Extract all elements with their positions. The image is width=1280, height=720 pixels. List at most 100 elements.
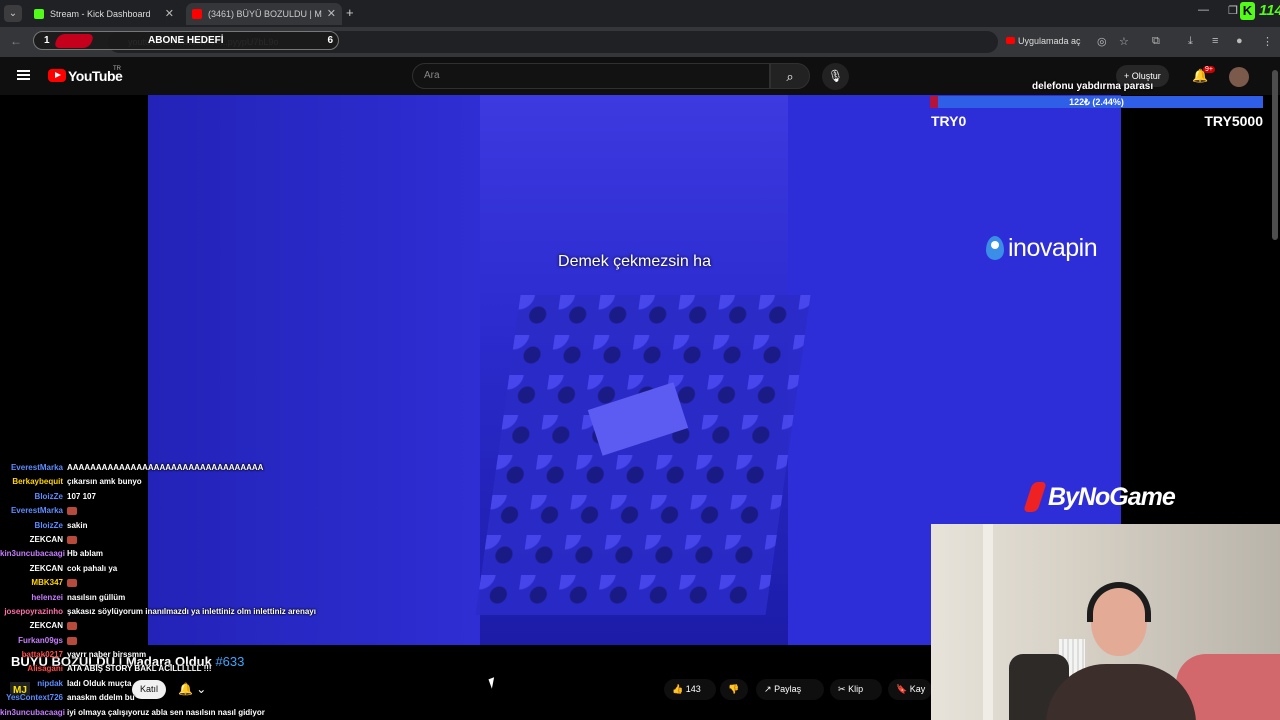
tab-title: Stream - Kick Dashboard xyxy=(50,9,151,19)
kick-viewer-count: 114 xyxy=(1259,2,1280,19)
video-scene-rug xyxy=(475,295,811,615)
chat-text: ATA ABİŞ STORY BAKL ACİLLLLLL !!! xyxy=(67,664,212,674)
subscriber-goal-widget: 1 ABONE HEDEFİ 6 xyxy=(33,31,339,50)
like-count: 143 xyxy=(685,684,701,694)
page-scrollbar[interactable] xyxy=(1272,70,1278,240)
chat-text: şakasız söylüyorum inanılmazdı ya inlett… xyxy=(67,606,316,616)
chat-emote-icon xyxy=(67,507,77,516)
chat-username[interactable]: EverestMarka xyxy=(0,461,63,475)
menu-icon[interactable] xyxy=(17,70,30,80)
youtube-logo-icon[interactable] xyxy=(48,69,66,82)
subscriber-goal-target: 6 xyxy=(327,35,333,46)
tracking-protection-icon[interactable]: ◎ xyxy=(1097,35,1107,48)
chat-username[interactable]: BloizZe xyxy=(0,490,63,504)
search-input[interactable]: Ara xyxy=(412,63,770,89)
more-menu-icon[interactable]: ⋮ xyxy=(1262,35,1273,48)
chat-username[interactable]: MBK347 xyxy=(0,576,63,590)
youtube-favicon-icon xyxy=(192,9,202,19)
tab-search-button[interactable]: ⌄ xyxy=(4,5,22,22)
chat-username[interactable]: battak0217 xyxy=(0,648,63,662)
restore-icon[interactable]: ❐ xyxy=(1228,4,1238,17)
chat-message: ZEKCAN xyxy=(0,619,320,633)
subscriber-goal-current: 1 xyxy=(44,35,50,46)
clip-button[interactable]: ✂ Klip xyxy=(830,679,882,700)
extensions-icon[interactable]: ⧉ xyxy=(1152,35,1160,48)
thumbs-up-icon: 👍 xyxy=(672,684,684,694)
chat-message: battak0217 yavrr naber birssmm xyxy=(0,648,320,662)
chat-username[interactable]: josepoyrazinho xyxy=(0,605,63,619)
chat-emote-icon xyxy=(67,579,77,588)
close-tab-icon[interactable]: ✕ xyxy=(327,3,336,25)
scissors-icon: ✂ xyxy=(838,684,846,694)
chat-emote-icon xyxy=(67,622,77,631)
browser-tab-kick-dashboard[interactable]: Stream - Kick Dashboard ✕ xyxy=(28,3,180,25)
reading-list-icon[interactable]: ≡ xyxy=(1212,35,1218,47)
thumbs-down-icon: 👎 xyxy=(728,684,740,694)
chat-message: ZEKCAN cok pahalı ya xyxy=(0,562,320,576)
chat-text: anaskm ddelm bu xyxy=(67,693,135,703)
account-avatar[interactable] xyxy=(1229,67,1249,87)
chat-username[interactable]: ZEKCAN xyxy=(0,619,63,633)
chat-username[interactable]: Berkaybequit xyxy=(0,475,63,489)
chat-username[interactable]: helenzei xyxy=(0,591,63,605)
chat-username[interactable]: BloizZe xyxy=(0,519,63,533)
kick-logo-icon: K xyxy=(1240,2,1255,20)
chat-text: cok pahalı ya xyxy=(67,563,118,573)
chat-username[interactable]: kin3uncubacaagi xyxy=(0,547,65,561)
chat-message: ZEKCAN xyxy=(0,533,320,547)
minimize-icon[interactable]: — xyxy=(1198,4,1209,16)
share-button[interactable]: ↗ Paylaş xyxy=(756,679,824,700)
search-icon[interactable]: ⌕ xyxy=(770,63,810,89)
bookmark-star-icon[interactable]: ☆ xyxy=(1119,35,1129,48)
save-button[interactable]: 🔖 Kay xyxy=(888,679,932,700)
create-label: Oluştur xyxy=(1131,71,1161,81)
chat-username[interactable]: Alisagani xyxy=(0,662,63,676)
chat-emote-icon xyxy=(67,535,77,544)
clip-label: Klip xyxy=(848,684,864,694)
chat-text: iyi olmaya çalışıyoruz abla sen nasılsın… xyxy=(67,707,265,717)
donation-goal-title: delefonu yabdırma parası xyxy=(1032,81,1154,92)
chat-message: YesContext726 anaskm ddelm bu xyxy=(0,691,320,705)
chat-text: AAAAAAAAAAAAAAAAAAAAAAAAAAAAAAAAAA xyxy=(67,463,264,472)
back-icon[interactable]: ← xyxy=(10,34,22,48)
notification-count-badge: 9+ xyxy=(1203,66,1215,73)
subscriber-goal-progress xyxy=(53,34,95,48)
chat-username[interactable]: EverestMarka xyxy=(0,504,63,518)
browser-tab-youtube[interactable]: (3461) BÜYÜ BOZULDU | M ✕ xyxy=(186,3,342,25)
chat-message: BloizZe sakin xyxy=(0,519,320,533)
location-pin-icon xyxy=(986,236,1004,260)
chat-message: Alisagani ATA ABİŞ STORY BAKL ACİLLLLLL !… xyxy=(0,662,320,676)
profile-icon[interactable]: ● xyxy=(1236,35,1243,47)
chat-message: helenzei nasılsın güllüm xyxy=(0,591,320,605)
mouse-cursor-icon xyxy=(488,677,498,689)
chat-text: çıkarsın amk bunyo xyxy=(67,477,142,487)
open-in-app-button[interactable]: Uygulamada aç xyxy=(1004,32,1081,50)
new-tab-icon[interactable]: + xyxy=(346,5,354,20)
chat-username[interactable]: Furkan09gs xyxy=(0,634,63,648)
chat-username[interactable]: kin3uncubacaagi xyxy=(0,706,65,720)
close-tab-icon[interactable]: ✕ xyxy=(165,3,174,25)
chat-message: josepoyrazinho şakasız söylüyorum inanılm… xyxy=(0,605,320,619)
chat-text: yavrr naber birssmm xyxy=(67,650,147,660)
like-button[interactable]: 👍 143 xyxy=(664,679,716,700)
tab-title: (3461) BÜYÜ BOZULDU | M xyxy=(208,9,322,19)
country-code: TR xyxy=(113,66,121,72)
chat-message: BloizZe 107 107 xyxy=(0,490,320,504)
bookmark-icon: 🔖 xyxy=(896,684,908,694)
browser-tab-strip: ⌄ Stream - Kick Dashboard ✕ (3461) BÜYÜ … xyxy=(0,0,1280,27)
microphone-icon[interactable]: 🎙 xyxy=(822,63,849,90)
chat-username[interactable]: ZEKCAN xyxy=(0,533,63,547)
chat-message: EverestMarka AAAAAAAAAAAAAAAAAAAAAAAAAAAA… xyxy=(0,461,320,475)
share-label: Paylaş xyxy=(774,684,802,694)
chat-username[interactable]: YesContext726 xyxy=(0,691,63,705)
save-label: Kay xyxy=(909,684,926,694)
chat-username[interactable]: nipdak xyxy=(0,677,63,691)
donation-goal-bar: 122₺ (2.44%) xyxy=(930,96,1263,108)
chat-message: kin3uncubacaagi iyi olmaya çalışıyoruz ab… xyxy=(0,706,320,720)
dislike-button[interactable]: 👎 xyxy=(720,679,748,700)
chat-username[interactable]: ZEKCAN xyxy=(0,562,63,576)
chat-text: 107 107 xyxy=(67,491,96,501)
download-icon[interactable]: ⤓ xyxy=(1188,35,1193,48)
chat-message: Furkan09gs xyxy=(0,634,320,648)
chat-emote-icon xyxy=(67,636,77,645)
